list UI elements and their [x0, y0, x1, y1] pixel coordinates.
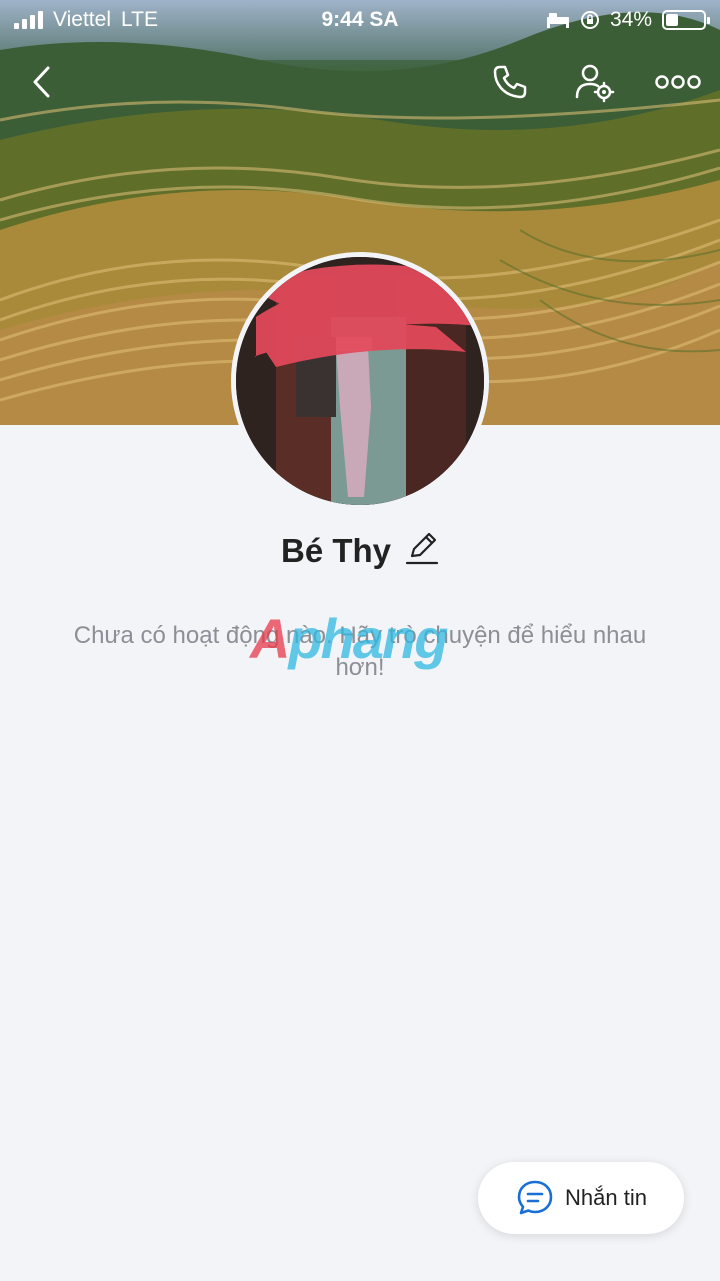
- profile-settings-button[interactable]: [570, 58, 618, 106]
- battery-percent: 34%: [609, 8, 652, 31]
- chevron-left-icon: [33, 66, 50, 98]
- chat-bubble-icon: [517, 1180, 553, 1215]
- profile-name-row: Bé Thy: [0, 530, 720, 571]
- message-button[interactable]: Nhắn tin: [478, 1162, 684, 1234]
- battery-fill: [666, 14, 679, 26]
- bed-icon: [546, 13, 569, 28]
- message-button-label: Nhắn tin: [565, 1185, 647, 1210]
- profile-name: Bé Thy: [280, 531, 392, 569]
- pencil-icon: [405, 532, 439, 565]
- edit-name-button[interactable]: [405, 530, 439, 571]
- avatar-photo: [236, 257, 484, 505]
- battery-icon: [662, 10, 710, 30]
- more-dots-icon: [655, 75, 701, 89]
- watermark-first-letter: A: [250, 607, 290, 670]
- call-button[interactable]: [486, 58, 534, 106]
- watermark-logo: Aphang: [250, 606, 480, 672]
- back-button[interactable]: [18, 58, 66, 106]
- watermark-rest: phang: [288, 607, 448, 670]
- phone-icon: [493, 65, 527, 99]
- avatar[interactable]: [231, 252, 489, 510]
- status-bar: Viettel LTE 9:44 SA 34%: [0, 0, 720, 40]
- status-right: 34%: [546, 8, 710, 32]
- more-button[interactable]: [654, 58, 702, 106]
- rotation-lock-icon: [580, 11, 599, 29]
- user-gear-icon: [575, 64, 615, 103]
